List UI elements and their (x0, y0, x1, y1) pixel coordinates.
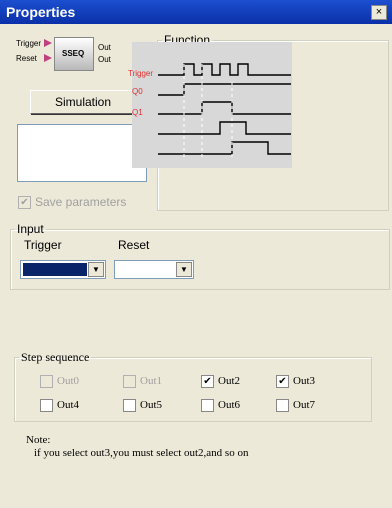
reset-select[interactable]: ▼ (114, 260, 194, 279)
checkbox-out6-label: Out6 (218, 399, 240, 412)
checkbox-icon (123, 375, 136, 388)
reset-label: Reset (118, 238, 150, 252)
checkbox-icon[interactable] (201, 399, 214, 412)
input-group: Input (10, 222, 390, 290)
signal-label-q0: Q0 (132, 87, 143, 96)
checkbox-out5-label: Out5 (140, 399, 162, 412)
step-sequence-legend: Step sequence (21, 350, 90, 364)
signal-label-q1: Q1 (132, 108, 143, 117)
note-title: Note: (26, 434, 51, 446)
checkbox-icon[interactable] (40, 399, 53, 412)
block-input-trigger-label: Trigger (16, 39, 42, 48)
checkbox-out5[interactable]: Out5 (123, 399, 162, 412)
checkbox-out1-label: Out1 (140, 375, 162, 388)
input-arrows-icon (44, 39, 52, 62)
note: Note: if you select out3,you must select… (26, 434, 248, 460)
checkbox-out4-label: Out4 (57, 399, 79, 412)
checkbox-out0: Out0 (40, 375, 79, 388)
checkbox-out4[interactable]: Out4 (40, 399, 79, 412)
save-parameters-checkbox: ✔ Save parameters (18, 195, 127, 210)
save-parameters-label: Save parameters (35, 195, 127, 209)
checkbox-icon: ✔ (18, 196, 31, 210)
checkbox-out0-label: Out0 (57, 375, 79, 388)
checkbox-out7-label: Out7 (293, 399, 315, 412)
checkbox-out2-label: Out2 (218, 375, 240, 388)
close-icon[interactable]: × (371, 5, 387, 20)
note-text: if you select out3,you must select out2,… (34, 447, 249, 459)
checkbox-out3-label: Out3 (293, 375, 315, 388)
trigger-select[interactable]: ▼ (20, 260, 106, 279)
block-input-reset-label: Reset (16, 54, 37, 63)
simulation-button[interactable]: Simulation (30, 90, 136, 114)
sseq-block-icon: SSEQ (54, 37, 94, 71)
title-bar: Properties × (0, 0, 392, 24)
checkmark-icon[interactable]: ✔ (201, 375, 214, 388)
checkbox-out3[interactable]: ✔ Out3 (276, 375, 315, 388)
block-symbol: Trigger Reset SSEQ Out Out (14, 34, 126, 74)
block-output-label: Out (98, 43, 111, 52)
input-legend: Input (17, 222, 44, 236)
block-name: SSEQ (62, 49, 85, 58)
timing-diagram-graphic (132, 42, 292, 168)
checkbox-out2[interactable]: ✔ Out2 (201, 375, 240, 388)
window-title: Properties (6, 4, 76, 20)
checkbox-icon[interactable] (276, 399, 289, 412)
block-output-label: Out (98, 55, 111, 64)
checkmark-icon[interactable]: ✔ (276, 375, 289, 388)
chevron-down-icon[interactable]: ▼ (88, 262, 104, 277)
checkbox-icon[interactable] (123, 399, 136, 412)
trigger-select-value (23, 263, 87, 276)
timing-diagram: Trigger Q0 Q1 (128, 42, 292, 168)
checkbox-icon (40, 375, 53, 388)
chevron-down-icon[interactable]: ▼ (176, 262, 192, 277)
checkbox-out1: Out1 (123, 375, 162, 388)
checkbox-out6[interactable]: Out6 (201, 399, 240, 412)
checkbox-out7[interactable]: Out7 (276, 399, 315, 412)
trigger-label: Trigger (24, 238, 62, 252)
signal-label-trigger: Trigger (128, 69, 154, 78)
